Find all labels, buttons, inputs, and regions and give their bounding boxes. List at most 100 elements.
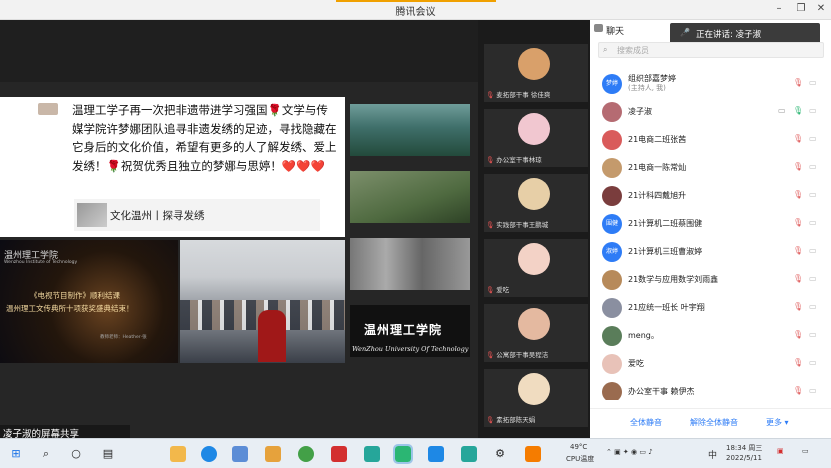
media-player-icon[interactable] xyxy=(364,446,380,462)
participant-name: meng。 xyxy=(628,331,659,340)
windows-start-icon[interactable]: ⊞ xyxy=(8,446,24,462)
task-view-icon[interactable]: ○ xyxy=(68,446,84,462)
mic-muted-icon[interactable]: 🎙 xyxy=(793,162,803,171)
mic-muted-icon[interactable]: 🎙 xyxy=(793,246,803,255)
participant-row[interactable]: 办公室干事 赖伊杰 🎙 ▭ xyxy=(590,378,831,400)
video-tile[interactable]: 🎙 办公室干事林琼 xyxy=(484,109,588,167)
mic-muted-icon[interactable]: 🎙 xyxy=(793,218,803,227)
chat-tab[interactable]: 聊天 xyxy=(606,24,624,37)
video-tile[interactable]: 🎙 麦拓部干事 徐佳爽 xyxy=(484,44,588,102)
mic-muted-icon[interactable]: 🎙 xyxy=(793,302,803,311)
participant-row[interactable]: 21计科四戴旭升 🎙 ▭ xyxy=(590,182,831,210)
mic-muted-icon[interactable]: 🎙 xyxy=(793,386,803,395)
camera-off-icon[interactable]: ▭ xyxy=(809,162,817,171)
article-card[interactable]: 文化温州丨探寻发绣 xyxy=(74,199,320,231)
post-message: 温理工学子再一次把非遗带进学习强国🌹文学与传媒学院许梦娜团队追寻非遗发绣的足迹，… xyxy=(72,103,337,173)
mic-muted-icon[interactable]: 🎙 xyxy=(793,78,803,87)
course-poster: 温州理工学院 Wenzhou Institute of Technology 《… xyxy=(0,240,178,363)
mic-muted-icon[interactable]: 🎙 xyxy=(793,190,803,199)
input-method[interactable]: 中 xyxy=(708,448,717,461)
article-thumbnail xyxy=(77,203,107,227)
participant-name: 21计算机三班曹淑婷 xyxy=(628,247,703,256)
participant-row[interactable]: 淑婷 21计算机三班曹淑婷 🎙 ▭ xyxy=(590,238,831,266)
avatar xyxy=(602,382,622,400)
mic-on-icon[interactable]: 🎙 xyxy=(793,106,803,115)
camera-off-icon[interactable]: ▭ xyxy=(809,106,817,115)
avatar xyxy=(602,186,622,206)
minimize-button[interactable]: – xyxy=(772,3,786,14)
microphone-icon: 🎤 xyxy=(680,28,690,37)
settings-gear-icon[interactable]: ⚙ xyxy=(492,446,508,462)
participant-name: 21数学与应用数学刘雨鑫 xyxy=(628,275,719,284)
search-icon[interactable]: ⌕ xyxy=(38,446,54,462)
classroom-photo xyxy=(180,240,345,363)
video-tile[interactable]: 🎙 素拓部陈天娟 xyxy=(484,369,588,427)
participant-row[interactable]: 围健 21计算机二班蔡围健 🎙 ▭ xyxy=(590,210,831,238)
tray-icons[interactable]: ⌃ ▣ ✦ ◉ ▭ ♪ xyxy=(606,448,653,456)
unmute-all-button[interactable]: 解除全体静音 xyxy=(690,417,738,428)
camera-off-icon[interactable]: ▭ xyxy=(809,190,817,199)
tile-name: 公寓部干事吴程洁 xyxy=(496,351,549,359)
maximize-button[interactable]: ❐ xyxy=(794,3,808,14)
file-explorer-icon[interactable] xyxy=(170,446,186,462)
notification-center-icon[interactable]: ▭ xyxy=(802,447,809,455)
mic-muted-icon[interactable]: 🎙 xyxy=(793,134,803,143)
video-tile[interactable]: 🎙 爱吃 xyxy=(484,239,588,297)
participant-row[interactable]: 21电商一陈常灿 🎙 ▭ xyxy=(590,154,831,182)
camera-off-icon[interactable]: ▭ xyxy=(809,330,817,339)
folder-icon[interactable] xyxy=(265,446,281,462)
avatar xyxy=(518,243,550,275)
participant-row[interactable]: 爱吃 🎙 ▭ xyxy=(590,350,831,378)
avatar xyxy=(602,354,622,374)
avatar xyxy=(518,178,550,210)
camera-off-icon[interactable]: ▭ xyxy=(809,386,817,395)
participant-name: 21电商二班张茜 xyxy=(628,135,687,144)
mic-muted-icon: 🎙 xyxy=(486,351,495,359)
app-icon[interactable] xyxy=(461,446,477,462)
wechat-icon[interactable] xyxy=(393,444,413,464)
close-button[interactable]: ✕ xyxy=(814,3,828,14)
camera-off-icon[interactable]: ▭ xyxy=(809,246,817,255)
store-icon[interactable] xyxy=(232,446,248,462)
participant-row[interactable]: meng。 🎙 ▭ xyxy=(590,322,831,350)
avatar: 围健 xyxy=(602,214,622,234)
mic-muted-icon[interactable]: 🎙 xyxy=(793,330,803,339)
camera-off-icon[interactable]: ▭ xyxy=(809,358,817,367)
multitask-icon[interactable]: ▤ xyxy=(100,446,116,462)
tile-name: 麦拓部干事 徐佳爽 xyxy=(496,91,551,99)
tile-name: 实践部干事王鹏城 xyxy=(496,221,549,229)
media-icon[interactable] xyxy=(525,446,541,462)
wps-icon[interactable] xyxy=(331,446,347,462)
more-button[interactable]: 更多 ▾ xyxy=(766,417,789,428)
mic-muted-icon[interactable]: 🎙 xyxy=(793,358,803,367)
participant-row[interactable]: 21数学与应用数学刘雨鑫 🎙 ▭ xyxy=(590,266,831,294)
camera-off-icon[interactable]: ▭ xyxy=(809,134,817,143)
participant-row[interactable]: 21电商二班张茜 🎙 ▭ xyxy=(590,126,831,154)
banner-cn: 温州理工学院 xyxy=(364,323,443,337)
camera-off-icon[interactable]: ▭ xyxy=(809,302,817,311)
avatar: 淑婷 xyxy=(602,242,622,262)
video-tile[interactable]: 🎙 公寓部干事吴程洁 xyxy=(484,304,588,362)
browser-360-icon[interactable] xyxy=(298,446,314,462)
participant-row[interactable]: 凌子淑 ▭ 🎙 ▭ xyxy=(590,98,831,126)
tile-name: 办公室干事林琼 xyxy=(496,156,542,164)
tencent-meeting-icon[interactable] xyxy=(428,446,444,462)
camera-off-icon[interactable]: ▭ xyxy=(809,218,817,227)
camera-off-icon[interactable]: ▭ xyxy=(809,274,817,283)
video-tile[interactable]: 🎙 实践部干事王鹏城 xyxy=(484,174,588,232)
mute-all-button[interactable]: 全体静音 xyxy=(630,417,662,428)
participant-row[interactable]: 21应统一班长 叶宇翔 🎙 ▭ xyxy=(590,294,831,322)
clock-date[interactable]: 2022/5/11 xyxy=(726,454,762,462)
notification-icon[interactable]: ▣ xyxy=(777,447,784,455)
avatar xyxy=(518,373,550,405)
search-input[interactable]: ⌕ 搜索成员 xyxy=(598,42,824,58)
avatar xyxy=(602,158,622,178)
photo-landscape-1 xyxy=(350,104,470,156)
camera-off-icon[interactable]: ▭ xyxy=(809,78,817,87)
mic-muted-icon[interactable]: 🎙 xyxy=(793,274,803,283)
chat-icon[interactable] xyxy=(594,24,603,32)
edge-browser-icon[interactable] xyxy=(201,446,217,462)
clock-time[interactable]: 18:34 周三 xyxy=(726,443,762,453)
poster-school-en: Wenzhou Institute of Technology xyxy=(4,260,78,265)
participant-row[interactable]: 梦婷 组织部嘉梦婷 (主持人, 我) 🎙 ▭ xyxy=(590,70,831,98)
